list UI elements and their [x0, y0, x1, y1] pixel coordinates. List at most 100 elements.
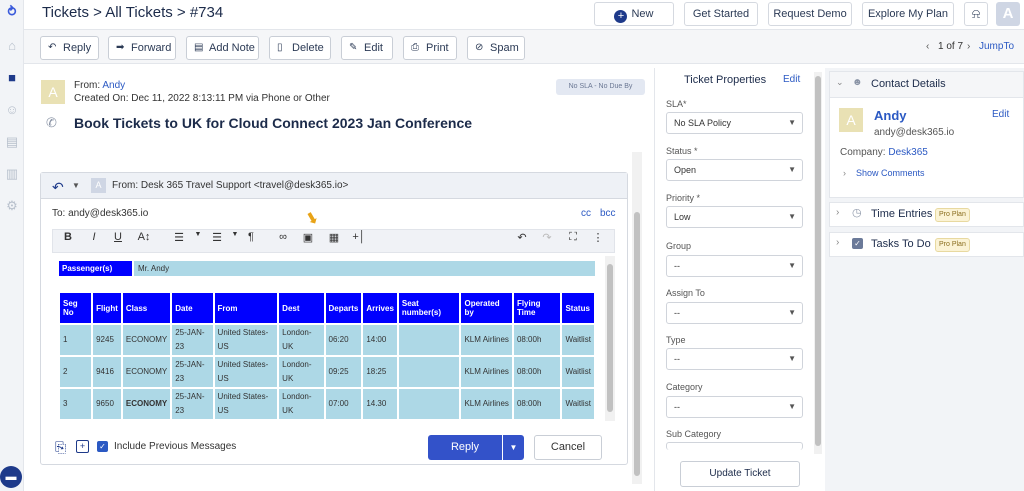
table-cell[interactable]: 14:00: [363, 325, 397, 355]
knowledge-base-icon[interactable]: ▤: [4, 134, 20, 150]
type-select[interactable]: -- ▼: [666, 348, 803, 370]
table-cell[interactable]: 18:25: [363, 357, 397, 387]
settings-icon[interactable]: ⚙: [4, 198, 20, 214]
contact-name-link[interactable]: Andy: [874, 108, 907, 123]
table-cell[interactable]: 08:00h: [513, 357, 561, 387]
undo-icon[interactable]: ↶: [515, 231, 529, 244]
insert-special-icon[interactable]: +│: [352, 231, 366, 243]
assign-to-select[interactable]: -- ▼: [666, 302, 803, 324]
image-icon[interactable]: ▣: [301, 231, 315, 244]
chevron-right-icon[interactable]: ›: [836, 207, 839, 218]
flight-table[interactable]: Seg No Flight Class Date From Dest Depar…: [58, 291, 596, 421]
sla-select[interactable]: No SLA Policy ▼: [666, 112, 803, 134]
table-cell[interactable]: 9245: [93, 325, 121, 355]
tasks-title[interactable]: Tasks To Do: [871, 238, 931, 250]
contact-edit-link[interactable]: Edit: [992, 109, 1009, 120]
forward-button[interactable]: ➡ Forward: [108, 36, 176, 60]
properties-scrollbar[interactable]: [814, 72, 822, 454]
table-cell[interactable]: 06:20: [325, 325, 362, 355]
new-button[interactable]: + New: [594, 2, 674, 26]
more-options-icon[interactable]: ⋮: [591, 231, 605, 244]
bullet-list-icon[interactable]: ☰: [210, 231, 224, 244]
update-ticket-button[interactable]: Update Ticket: [680, 461, 800, 487]
reply-type-dropdown-icon[interactable]: ▼: [72, 181, 80, 190]
company-link[interactable]: Desk365: [888, 147, 927, 158]
reports-icon[interactable]: ▥: [4, 166, 20, 182]
include-previous-checkbox[interactable]: ✓: [97, 441, 108, 452]
reply-type-icon[interactable]: ↶: [52, 179, 64, 196]
spam-button[interactable]: ⊘ Spam: [467, 36, 525, 60]
table-cell[interactable]: [398, 357, 460, 387]
status-select[interactable]: Open ▼: [666, 159, 803, 181]
bold-icon[interactable]: B: [61, 231, 75, 243]
table-cell[interactable]: 09:25: [325, 357, 362, 387]
sub-category-select[interactable]: --: [666, 442, 803, 450]
table-cell[interactable]: 9650: [93, 389, 121, 419]
reply-to-line[interactable]: To: andy@desk365.io: [52, 208, 148, 219]
table-cell[interactable]: 2: [60, 357, 92, 387]
table-cell[interactable]: ECONOMY: [122, 357, 171, 387]
properties-scrollbar-thumb[interactable]: [815, 76, 821, 446]
table-cell[interactable]: 08:00h: [513, 389, 561, 419]
table-cell[interactable]: 14.30: [363, 389, 397, 419]
time-entries-title[interactable]: Time Entries: [871, 208, 932, 220]
table-cell[interactable]: London-UK: [279, 389, 324, 419]
home-icon[interactable]: ⌂: [4, 38, 20, 54]
cancel-button[interactable]: Cancel: [534, 435, 602, 460]
edit-button[interactable]: ✎ Edit: [341, 36, 393, 60]
chevron-right-icon[interactable]: ›: [836, 237, 839, 248]
request-demo-button[interactable]: Request Demo: [768, 2, 852, 26]
delete-button[interactable]: ▯ Delete: [269, 36, 331, 60]
table-cell[interactable]: KLM Airlines: [461, 325, 512, 355]
table-cell[interactable]: KLM Airlines: [461, 357, 512, 387]
table-cell[interactable]: KLM Airlines: [461, 389, 512, 419]
insert-file-icon[interactable]: +: [76, 440, 89, 453]
paragraph-icon[interactable]: ¶: [244, 231, 258, 243]
group-select[interactable]: -- ▼: [666, 255, 803, 277]
show-comments-link[interactable]: Show Comments: [856, 168, 925, 178]
font-size-icon[interactable]: A↕: [137, 231, 151, 243]
attachment-icon[interactable]: ⎘: [55, 439, 66, 456]
table-cell[interactable]: 25-JAN-23: [172, 357, 213, 387]
table-cell[interactable]: 1: [60, 325, 92, 355]
send-reply-button[interactable]: Reply: [428, 435, 502, 460]
table-cell[interactable]: 9416: [93, 357, 121, 387]
link-icon[interactable]: ∞: [276, 231, 290, 243]
desk365-logo-icon[interactable]: ⥁: [4, 4, 20, 20]
add-note-button[interactable]: ▤ Add Note: [186, 36, 259, 60]
scrollbar-thumb[interactable]: [634, 212, 640, 476]
table-cell[interactable]: 25-JAN-23: [172, 325, 213, 355]
reply-options-dropdown-icon[interactable]: ▼: [503, 435, 524, 460]
breadcrumb[interactable]: Tickets > All Tickets > #734: [42, 4, 223, 21]
table-cell[interactable]: 08:00h: [513, 325, 561, 355]
bcc-link[interactable]: bcc: [600, 208, 616, 219]
properties-edit-link[interactable]: Edit: [783, 74, 800, 85]
explore-plan-button[interactable]: Explore My Plan: [862, 2, 954, 26]
contacts-icon[interactable]: ☺: [4, 102, 20, 118]
table-cell[interactable]: London-UK: [279, 357, 324, 387]
table-cell[interactable]: [398, 325, 460, 355]
table-cell[interactable]: London-UK: [279, 325, 324, 355]
pager-prev-icon[interactable]: ‹: [926, 41, 929, 52]
redo-icon[interactable]: ↷: [540, 231, 554, 244]
italic-icon[interactable]: I: [87, 231, 101, 243]
table-cell[interactable]: 3: [60, 389, 92, 419]
editor-scrollbar-thumb[interactable]: [607, 264, 613, 412]
table-cell[interactable]: 07:00: [325, 389, 362, 419]
table-icon[interactable]: ▦: [327, 231, 341, 244]
bullet-list-dropdown-icon[interactable]: ▼: [228, 231, 242, 238]
user-avatar[interactable]: A: [996, 2, 1020, 26]
get-started-button[interactable]: Get Started: [684, 2, 758, 26]
from-name-link[interactable]: Andy: [102, 80, 125, 91]
table-cell[interactable]: Waitlist: [562, 389, 594, 419]
cc-link[interactable]: cc: [581, 208, 591, 219]
reply-from-line[interactable]: From: Desk 365 Travel Support <travel@de…: [112, 180, 348, 191]
table-cell[interactable]: [398, 389, 460, 419]
contact-details-title[interactable]: Contact Details: [871, 78, 946, 90]
numbered-list-icon[interactable]: ☰: [172, 231, 186, 244]
table-cell[interactable]: Waitlist: [562, 357, 594, 387]
jump-to-link[interactable]: JumpTo: [979, 41, 1014, 52]
table-cell[interactable]: ECONOMY: [122, 325, 171, 355]
numbered-list-dropdown-icon[interactable]: ▼: [191, 231, 205, 238]
table-cell[interactable]: United States- US: [214, 357, 278, 387]
